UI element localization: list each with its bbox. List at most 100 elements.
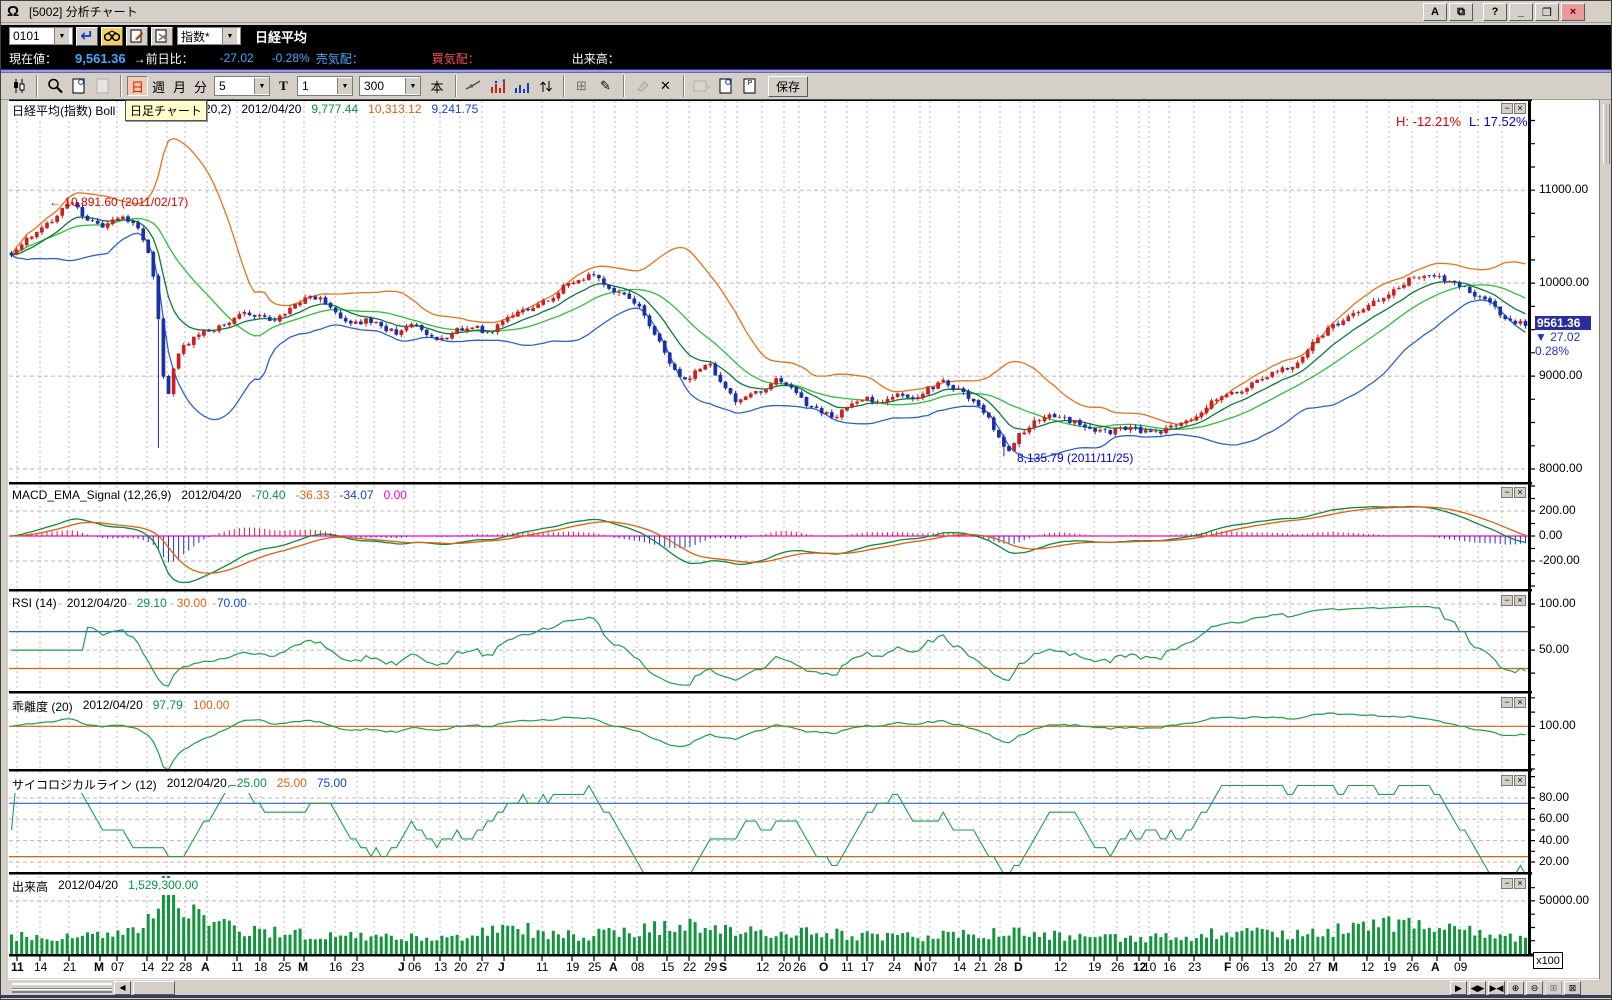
panel-minimize-button[interactable]: − (1501, 487, 1513, 498)
scroll-thumb[interactable] (133, 981, 175, 995)
candlestick-icon (11, 78, 27, 94)
x-axis-label: 22 (161, 960, 174, 974)
chevron-down-icon[interactable]: ▼ (222, 28, 237, 44)
interval-select[interactable]: 5 ▼ (214, 76, 270, 96)
horizontal-scrollbar[interactable]: ◀ ▶ ◀▶ ▶◀ ⊕ ⊖ ⊞ ⊠ (8, 979, 1599, 995)
edit-page-icon (130, 29, 144, 43)
chevron-down-icon[interactable]: ▼ (405, 78, 420, 94)
panel-close-button[interactable]: × (1514, 595, 1526, 606)
clear-page-button[interactable] (151, 27, 173, 46)
delete-all-button[interactable]: ✕ (654, 75, 677, 97)
nav-shrink-button[interactable]: ▶◀ (1488, 981, 1505, 995)
y-axis-label: 50000.00 (1539, 893, 1589, 907)
quote-bar: 0101 ▼ ↵ 指数* ▼ 日経平均 (1, 25, 1611, 47)
close-panel-button[interactable]: ⊠ (1564, 981, 1581, 995)
font-button[interactable]: A (1423, 3, 1447, 21)
draw-pencil-button[interactable]: ✎ (594, 75, 617, 97)
count1-select[interactable]: 1 ▼ (297, 76, 353, 96)
panel-minimize-button[interactable]: − (1501, 103, 1513, 114)
help-button[interactable]: ? (1483, 3, 1507, 21)
chart-plot-area[interactable] (8, 100, 1599, 978)
title-bar: Ω [5002] 分析チャート (1, 1, 1611, 23)
panel-minimize-button[interactable]: − (1501, 775, 1513, 786)
x-axis-label: J (398, 960, 405, 974)
x-axis-label: 12 (1054, 960, 1067, 974)
load-page-button[interactable] (714, 75, 737, 97)
low-pct-label: L: 17.52% (1469, 114, 1528, 129)
copy-page-button[interactable] (91, 75, 114, 97)
psy-value: 25.00 (236, 776, 268, 793)
binoculars-button[interactable] (101, 27, 123, 46)
vertical-scrollbar[interactable] (1599, 100, 1612, 979)
scroll-grip[interactable] (12, 983, 112, 993)
x-axis-label: 27 (1308, 960, 1321, 974)
scroll-left-button[interactable]: ◀ (114, 981, 131, 995)
indicator-blue-button[interactable] (510, 75, 533, 97)
eraser-button[interactable] (630, 75, 653, 97)
panel-minimize-button[interactable]: − (1501, 595, 1513, 606)
period-week-button[interactable]: 週 (148, 76, 169, 96)
close-button[interactable]: × (1561, 3, 1585, 21)
restore-button[interactable]: ❐ (1535, 3, 1559, 21)
copy-window-button[interactable]: ⧉ (1449, 3, 1473, 21)
edit-page-button[interactable] (126, 27, 148, 46)
candlestick-mode-button[interactable] (7, 75, 30, 97)
x-axis-label: 12 (1361, 960, 1374, 974)
eraser-icon (634, 80, 649, 92)
zoom-in-button[interactable]: ⊕ (1507, 981, 1524, 995)
legend-main-name: 日経平均(指数) Boll (11, 102, 116, 119)
chevron-down-icon[interactable]: ▼ (337, 78, 352, 94)
x-axis-label: S (719, 960, 727, 974)
x-axis-label: 20 (454, 960, 467, 974)
scale-updown-button[interactable] (534, 75, 557, 97)
grid-button[interactable]: ⊞ (570, 75, 593, 97)
psy-low-ref: 25.00 (276, 776, 308, 793)
x-axis-label: 13 (434, 960, 447, 974)
info-bar: 現在値： 9,561.36 →前日比： -27.02 -0.28% 売気配： 買… (1, 47, 1611, 69)
x-axis-label: 26 (793, 960, 806, 974)
y-axis-label: 8000.00 (1539, 461, 1582, 475)
high-annotation: ← 10,891.60 (2011/02/17) (49, 195, 188, 209)
panel-close-button[interactable]: × (1514, 697, 1526, 708)
psy-high-ref: 75.00 (316, 776, 348, 793)
instrument-type-select[interactable]: 指数* ▼ (177, 27, 241, 45)
trendline-button[interactable] (462, 75, 485, 97)
period-minute-button[interactable]: 分 (190, 76, 211, 96)
indicator-red-button[interactable] (486, 75, 509, 97)
count2-select[interactable]: 300 ▼ (359, 76, 421, 96)
panel-close-button[interactable]: × (1514, 103, 1526, 114)
period-month-button[interactable]: 月 (169, 76, 190, 96)
panel-close-button[interactable]: × (1514, 487, 1526, 498)
enter-button[interactable]: ↵ (76, 27, 98, 46)
nav-step-button[interactable]: ▶ (1450, 981, 1467, 995)
chevron-down-icon[interactable]: ▼ (254, 78, 269, 94)
y-axis-label: 11000.00 (1539, 182, 1588, 196)
vscroll-grip[interactable] (1603, 104, 1610, 164)
new-page-button[interactable] (67, 75, 90, 97)
legend-date: 2012/04/20 (166, 776, 228, 793)
count2-value: 300 (360, 79, 405, 93)
bid-label: 買気配： (432, 50, 480, 67)
panel-close-button[interactable]: × (1514, 775, 1526, 786)
legend-main: 日経平均(指数) Boll (11, 102, 116, 119)
rsi-name: RSI (14) (11, 596, 58, 610)
period-day-button[interactable]: 日 (127, 76, 148, 96)
panel-minimize-button[interactable]: − (1501, 878, 1513, 889)
zoom-button[interactable] (43, 75, 66, 97)
diff-pct-value: -0.28% (272, 51, 310, 65)
save-dropdown-button[interactable] (690, 75, 713, 97)
panel-minimize-button[interactable]: − (1501, 697, 1513, 708)
nav-expand-button[interactable]: ◀▶ (1469, 981, 1486, 995)
chevron-down-icon[interactable]: ▼ (54, 28, 69, 44)
save-button[interactable]: 保存 (768, 76, 808, 97)
zoom-out-button[interactable]: ⊖ (1526, 981, 1543, 995)
panel-close-button[interactable]: × (1514, 878, 1526, 889)
x-axis-label: 07 (111, 960, 124, 974)
minimize-button[interactable]: _ (1509, 3, 1533, 21)
save-page-button[interactable]: P (738, 75, 761, 97)
tick-type-button[interactable]: T (273, 76, 294, 96)
code-input[interactable]: 0101 ▼ (9, 27, 73, 45)
x-axis-label: 13 (1261, 960, 1274, 974)
grid-toggle-button[interactable]: ⊞ (1545, 981, 1562, 995)
y-axis-label: 40.00 (1539, 833, 1569, 847)
